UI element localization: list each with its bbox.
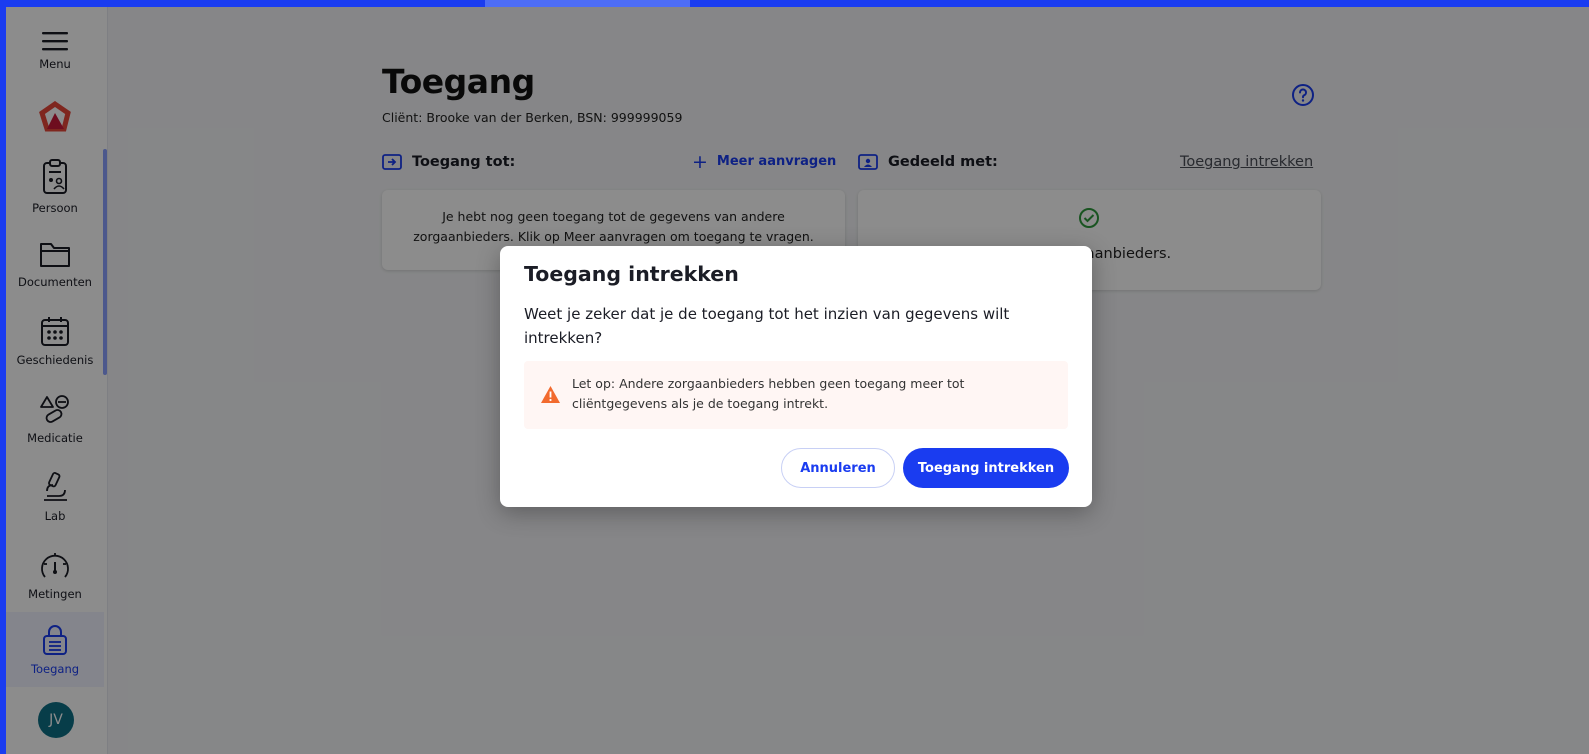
revoke-access-dialog: Toegang intrekken Weet je zeker dat je d…: [500, 246, 1092, 507]
warning-text: Let op: Andere zorgaanbieders hebben gee…: [572, 376, 965, 411]
cancel-button[interactable]: Annuleren: [781, 448, 895, 488]
warning-box: Let op: Andere zorgaanbieders hebben gee…: [524, 361, 1068, 429]
dialog-title: Toegang intrekken: [524, 262, 739, 286]
warning-triangle-icon: [541, 386, 560, 403]
dialog-message: Weet je zeker dat je de toegang tot het …: [524, 305, 1010, 347]
top-strip: [485, 0, 690, 7]
confirm-revoke-button[interactable]: Toegang intrekken: [903, 448, 1069, 488]
